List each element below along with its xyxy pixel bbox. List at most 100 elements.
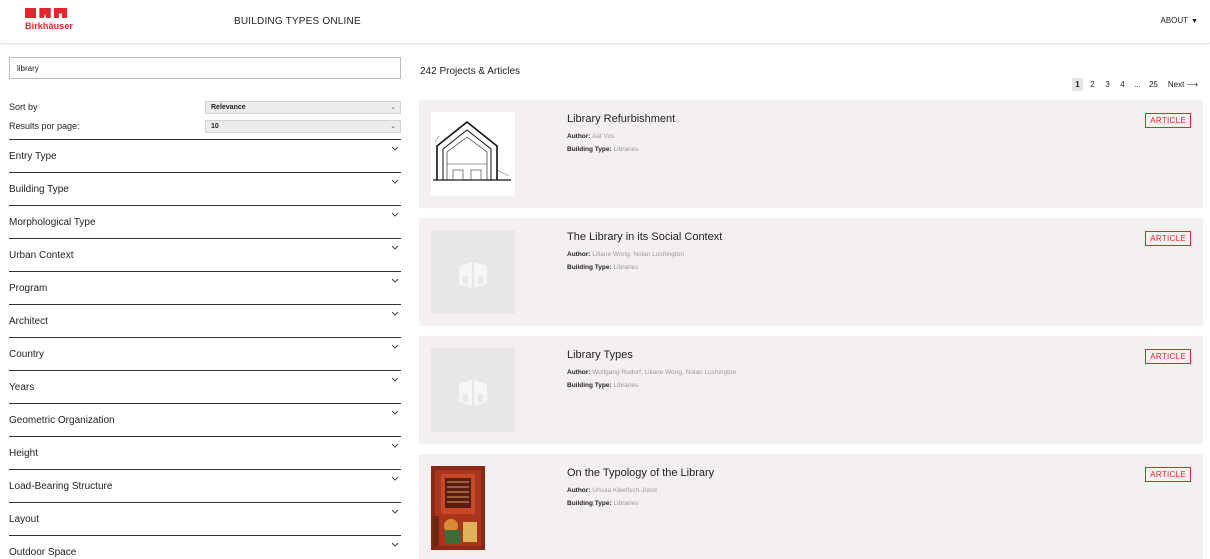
result-card[interactable]: On the Typology of the Library Author: U…	[419, 454, 1203, 559]
building-type-label: Building Type:	[567, 264, 612, 271]
author-label: Author:	[567, 251, 591, 258]
result-title[interactable]: On the Typology of the Library	[567, 467, 714, 479]
result-building-type: Building Type: Libraries	[567, 146, 638, 153]
chevron-down-icon	[391, 212, 399, 220]
chevron-down-icon	[391, 179, 399, 187]
author-value[interactable]: Liliane Wong, Nolan Lushington	[592, 251, 684, 258]
chevron-down-icon	[391, 245, 399, 253]
filter-label: Load-Bearing Structure	[9, 481, 113, 492]
chevron-down-icon	[391, 278, 399, 286]
filter-label: Urban Context	[9, 250, 74, 261]
filter-load-bearing-structure[interactable]: Load-Bearing Structure	[9, 469, 401, 502]
filter-entry-type[interactable]: Entry Type	[9, 139, 401, 172]
birkhauser-logo[interactable]: Birkhäuser	[25, 8, 74, 34]
search-input[interactable]: library	[9, 57, 401, 79]
results-per-page-label: Results por page:	[9, 121, 80, 131]
filter-label: Entry Type	[9, 151, 57, 162]
chevron-down-icon	[391, 509, 399, 517]
chevron-down-icon	[391, 410, 399, 418]
author-label: Author:	[567, 133, 591, 140]
filter-list: Entry Type Building Type Morphological T…	[9, 139, 401, 559]
sort-by-label: Sort by	[9, 102, 38, 112]
page-2-link[interactable]: 2	[1087, 78, 1098, 91]
chevron-down-icon: ⌄	[390, 123, 396, 130]
logo-text: Birkhäuser	[25, 21, 74, 31]
sort-by-value: Relevance	[211, 104, 246, 111]
site-title[interactable]: BUILDING TYPES ONLINE	[234, 16, 361, 27]
result-building-type: Building Type: Libraries	[567, 500, 638, 507]
page-25-link[interactable]: 25	[1147, 78, 1160, 91]
top-header: Birkhäuser BUILDING TYPES ONLINE ABOUT ▼	[0, 0, 1210, 44]
author-value[interactable]: Aat Vos	[592, 133, 614, 140]
sort-by-select[interactable]: Relevance ⌄	[205, 101, 401, 114]
filter-label: Years	[9, 382, 35, 393]
author-value[interactable]: Wolfgang Rudorf, Liliane Wong, Nolan Lus…	[592, 369, 736, 376]
result-author: Author: Wolfgang Rudorf, Liliane Wong, N…	[567, 369, 736, 376]
article-badge: ARTICLE	[1145, 467, 1191, 482]
building-type-value[interactable]: Libraries	[613, 264, 638, 271]
filter-height[interactable]: Height	[9, 436, 401, 469]
placeholder-book-icon[interactable]	[431, 230, 515, 314]
article-badge: ARTICLE	[1145, 113, 1191, 128]
author-label: Author:	[567, 369, 591, 376]
filter-years[interactable]: Years	[9, 370, 401, 403]
result-author: Author: Aat Vos	[567, 133, 614, 140]
building-type-value[interactable]: Libraries	[613, 500, 638, 507]
about-menu[interactable]: ABOUT ▼	[1161, 16, 1199, 25]
result-building-type: Building Type: Libraries	[567, 382, 638, 389]
result-title[interactable]: Library Types	[567, 349, 633, 361]
chevron-down-icon	[391, 443, 399, 451]
filter-morphological-type[interactable]: Morphological Type	[9, 205, 401, 238]
chevron-down-icon	[391, 377, 399, 385]
result-building-type: Building Type: Libraries	[567, 264, 638, 271]
author-value[interactable]: Ursula Kleefisch-Jobst	[592, 487, 657, 494]
chevron-down-icon	[391, 476, 399, 484]
next-page-link[interactable]: Next ⟶	[1168, 80, 1198, 89]
filter-architect[interactable]: Architect	[9, 304, 401, 337]
author-label: Author:	[567, 487, 591, 494]
result-card[interactable]: Library Types Author: Wolfgang Rudorf, L…	[419, 336, 1203, 444]
result-card[interactable]: The Library in its Social Context Author…	[419, 218, 1203, 326]
building-type-label: Building Type:	[567, 382, 612, 389]
chevron-down-icon	[391, 311, 399, 319]
filter-urban-context[interactable]: Urban Context	[9, 238, 401, 271]
filter-country[interactable]: Country	[9, 337, 401, 370]
chevron-down-icon	[391, 146, 399, 154]
drawing-icon[interactable]	[431, 112, 515, 196]
building-type-value[interactable]: Libraries	[613, 382, 638, 389]
filter-label: Architect	[9, 316, 48, 327]
building-type-value[interactable]: Libraries	[613, 146, 638, 153]
result-author: Author: Liliane Wong, Nolan Lushington	[567, 251, 684, 258]
logo-mark-icon	[25, 8, 68, 18]
page-1-link[interactable]: 1	[1071, 78, 1083, 91]
page-3-link[interactable]: 3	[1102, 78, 1113, 91]
next-label: Next	[1167, 80, 1185, 89]
article-badge: ARTICLE	[1145, 231, 1191, 246]
about-label: ABOUT	[1160, 16, 1189, 25]
building-type-label: Building Type:	[567, 500, 612, 507]
page-4-link[interactable]: 4	[1117, 78, 1128, 91]
filter-label: Program	[9, 283, 48, 294]
filter-label: Building Type	[9, 184, 69, 195]
result-card[interactable]: Library Refurbishment Author: Aat Vos Bu…	[419, 100, 1203, 208]
filter-geometric-organization[interactable]: Geometric Organization	[9, 403, 401, 436]
filter-label: Morphological Type	[9, 217, 96, 228]
filter-building-type[interactable]: Building Type	[9, 172, 401, 205]
filter-label: Geometric Organization	[9, 415, 115, 426]
filter-label: Country	[9, 349, 45, 360]
results-per-page-select[interactable]: 10 ⌄	[205, 120, 401, 133]
placeholder-book-icon[interactable]	[431, 348, 515, 432]
results-per-page-value: 10	[211, 123, 219, 130]
chevron-down-icon	[391, 344, 399, 352]
filter-outdoor-space[interactable]: Outdoor Space	[9, 535, 401, 559]
building-type-label: Building Type:	[567, 146, 612, 153]
page-ellipsis: ...	[1134, 80, 1141, 89]
filter-program[interactable]: Program	[9, 271, 401, 304]
chevron-down-icon	[391, 542, 399, 550]
painting-image[interactable]	[431, 466, 485, 550]
filter-label: Height	[9, 448, 38, 459]
filter-layout[interactable]: Layout	[9, 502, 401, 535]
result-title[interactable]: Library Refurbishment	[567, 113, 675, 125]
result-title[interactable]: The Library in its Social Context	[567, 231, 722, 243]
arrow-right-icon: ⟶	[1186, 80, 1198, 89]
